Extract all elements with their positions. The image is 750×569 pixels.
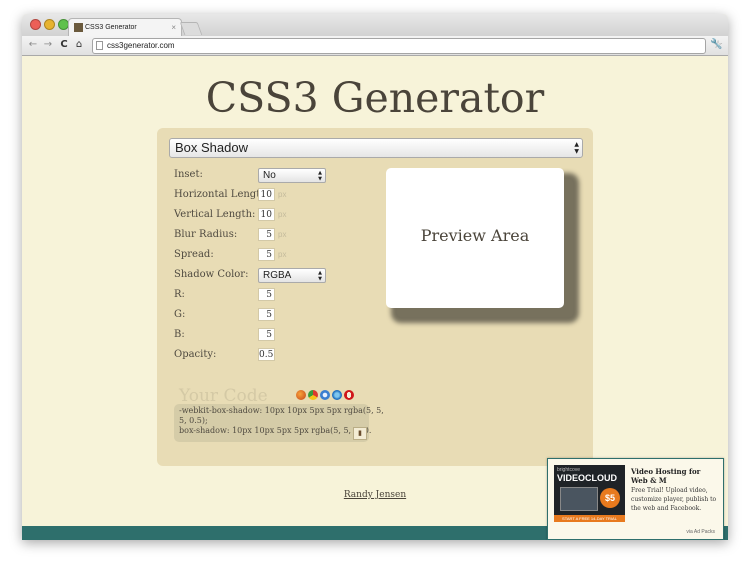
safari-icon — [320, 390, 330, 400]
r-input[interactable]: 5 — [258, 288, 275, 301]
wrench-menu-icon[interactable]: 🔧 — [710, 38, 722, 52]
internet-explorer-icon — [332, 390, 342, 400]
preview-text: Preview Area — [420, 226, 530, 245]
b-label: B: — [174, 329, 185, 340]
site-favicon-icon — [74, 23, 83, 32]
horizontal-length-input[interactable]: 10 — [258, 188, 275, 201]
inset-select-value: No — [263, 170, 276, 181]
select-arrows-icon: ▲ ▼ — [318, 270, 322, 282]
copy-clipboard-icon[interactable]: ▮ — [353, 427, 367, 440]
code-line: box-shadow: 10px 10px 5px 5px rgba(5, 5,… — [179, 426, 372, 435]
generator-panel: Box Shadow ▲ ▼ Inset: No ▲ ▼ Horizontal Le… — [157, 128, 593, 466]
title-bar: CSS3 Generator × — [22, 14, 728, 37]
inset-label: Inset: — [174, 169, 203, 180]
vertical-unit: px — [278, 210, 287, 219]
ad-image[interactable]: brightcove VIDEOCLOUD $5 START A FREE 14… — [554, 465, 625, 522]
shadow-color-select[interactable]: RGBA ▲ ▼ — [258, 268, 326, 283]
address-url: css3generator.com — [107, 41, 175, 50]
chrome-icon — [308, 390, 318, 400]
ad-product: VIDEOCLOUD — [557, 473, 618, 483]
ad-trial-banner: START A FREE 14-DAY TRIAL — [554, 515, 625, 522]
select-arrows-icon: ▲ ▼ — [574, 141, 579, 155]
horizontal-length-label: Horizontal Length: — [174, 189, 271, 200]
code-line: -webkit-box-shadow: 10px 10px 5px 5px rg… — [179, 406, 384, 415]
vertical-length-input[interactable]: 10 — [258, 208, 275, 221]
opacity-input[interactable]: 0.5 — [258, 348, 275, 361]
forward-arrow-icon[interactable]: → — [41, 38, 55, 52]
opacity-label: Opacity: — [174, 349, 217, 360]
browser-window: CSS3 Generator × ← → C ⌂ css3generator.c… — [22, 14, 728, 540]
browser-toolbar: ← → C ⌂ css3generator.com ☆ 🔧 — [22, 36, 728, 56]
spread-unit: px — [278, 250, 287, 259]
back-arrow-icon[interactable]: ← — [26, 38, 40, 52]
tab-title: CSS3 Generator — [85, 24, 137, 31]
ad-via[interactable]: via Ad Packs — [686, 529, 715, 535]
browser-tab[interactable]: CSS3 Generator × — [68, 18, 182, 37]
ad-popup[interactable]: brightcove VIDEOCLOUD $5 START A FREE 14… — [547, 458, 724, 540]
spread-input[interactable]: 5 — [258, 248, 275, 261]
spread-label: Spread: — [174, 249, 214, 260]
page-title: CSS3 Generator — [205, 74, 545, 122]
g-input[interactable]: 5 — [258, 308, 275, 321]
horizontal-unit: px — [278, 190, 287, 199]
ad-description: Free Trial! Upload video, customize play… — [631, 487, 717, 512]
minimize-window-button[interactable] — [44, 19, 55, 30]
vertical-length-label: Vertical Length: — [174, 209, 256, 220]
select-arrows-icon: ▲ ▼ — [318, 170, 322, 182]
preview-area: Preview Area — [386, 168, 564, 308]
r-label: R: — [174, 289, 185, 300]
your-code-heading: Your Code — [179, 386, 268, 406]
firefox-icon — [296, 390, 306, 400]
opera-icon — [344, 390, 354, 400]
property-select[interactable]: Box Shadow ▲ ▼ — [169, 138, 583, 158]
new-tab-button[interactable] — [179, 22, 203, 35]
shadow-color-value: RGBA — [263, 270, 292, 281]
blur-unit: px — [278, 230, 287, 239]
property-select-value: Box Shadow — [175, 140, 248, 155]
code-output[interactable]: -webkit-box-shadow: 10px 10px 5px 5px rg… — [174, 404, 384, 442]
address-bar[interactable]: css3generator.com ☆ — [92, 38, 723, 54]
ad-price-badge: $5 — [600, 488, 620, 508]
b-input[interactable]: 5 — [258, 328, 275, 341]
reload-icon[interactable]: C — [57, 38, 71, 52]
page-icon — [96, 41, 103, 50]
shadow-color-label: Shadow Color: — [174, 269, 249, 280]
tab-close-icon[interactable]: × — [171, 19, 176, 37]
page-content: CSS3 Generator Box Shadow ▲ ▼ Inset: No ▲… — [22, 56, 728, 540]
code-line: 5, 0.5); — [179, 416, 208, 425]
ad-title[interactable]: Video Hosting for Web & M — [631, 467, 717, 485]
devices-illustration — [560, 487, 598, 511]
close-window-button[interactable] — [30, 19, 41, 30]
inset-select[interactable]: No ▲ ▼ — [258, 168, 326, 183]
blur-radius-label: Blur Radius: — [174, 229, 238, 240]
g-label: G: — [174, 309, 186, 320]
home-icon[interactable]: ⌂ — [72, 38, 86, 52]
blur-radius-input[interactable]: 5 — [258, 228, 275, 241]
